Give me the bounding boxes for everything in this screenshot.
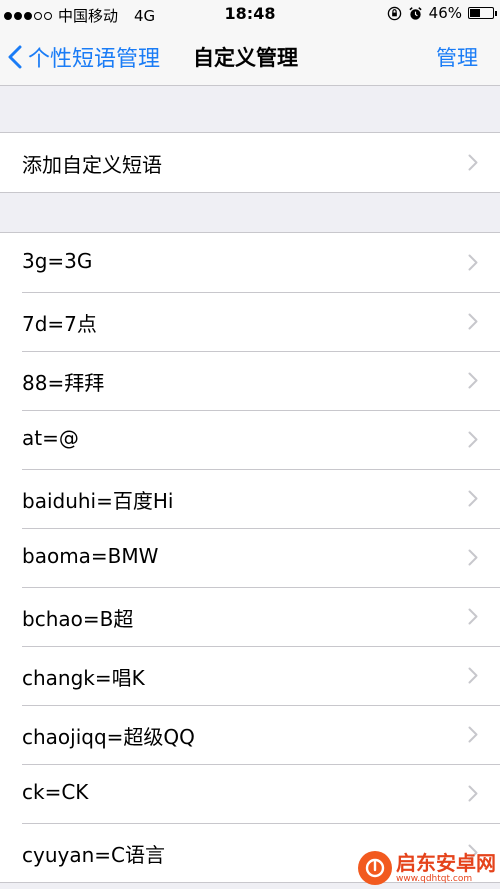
phrase-row[interactable]: baoma=BMW [0, 528, 500, 587]
chevron-right-icon [468, 726, 478, 743]
phrase-label: 88=拜拜 [22, 371, 105, 395]
watermark-url: www.qdhtqt.com [396, 873, 473, 884]
back-button-label: 个性短语管理 [28, 47, 161, 72]
phrase-label: bchao=B超 [22, 607, 134, 631]
battery-icon [468, 7, 497, 19]
phrase-label: chaojiqq=超级QQ [22, 725, 195, 749]
phrase-row[interactable]: 88=拜拜 [0, 351, 500, 410]
phrase-label: ck=CK [22, 780, 89, 804]
phrase-row[interactable]: chaojiqq=超级QQ [0, 705, 500, 764]
phrase-label: 3g=3G [22, 249, 93, 273]
phrase-row[interactable]: changk=唱K [0, 646, 500, 705]
add-custom-phrase-row[interactable]: 添加自定义短语 [0, 133, 500, 192]
phrase-label: baoma=BMW [22, 544, 159, 568]
chevron-right-icon [468, 785, 478, 802]
phrase-label: baiduhi=百度Hi [22, 489, 174, 513]
phrase-label: 7d=7点 [22, 312, 97, 336]
phrase-label: at=@ [22, 426, 79, 450]
status-right: 46% [387, 4, 497, 22]
battery-tip [495, 11, 497, 16]
orientation-lock-icon [387, 6, 401, 20]
phrase-label: changk=唱K [22, 666, 145, 690]
chevron-right-icon [468, 667, 478, 684]
chevron-right-icon [468, 372, 478, 389]
watermark-name: 启东安卓网 [396, 850, 496, 875]
chevron-right-icon [468, 154, 478, 171]
phrase-label: cyuyan=C语言 [22, 843, 165, 867]
chevron-right-icon [468, 490, 478, 507]
watermark-logo-icon [358, 851, 392, 885]
back-button[interactable]: 个性短语管理 [8, 41, 160, 73]
manage-button[interactable]: 管理 [436, 42, 478, 72]
battery-percent: 46% [428, 4, 462, 22]
chevron-right-icon [468, 254, 478, 271]
alarm-icon [409, 6, 422, 20]
phrase-row[interactable]: 7d=7点 [0, 292, 500, 351]
add-custom-phrase-label: 添加自定义短语 [22, 153, 162, 177]
chevron-right-icon [468, 313, 478, 330]
phrase-list: 3g=3G 7d=7点 88=拜拜 at=@ baiduhi=百度Hi baoma=BMW… [0, 232, 500, 883]
chevron-right-icon [468, 608, 478, 625]
phrase-row[interactable]: ck=CK [0, 764, 500, 823]
phrase-row[interactable]: at=@ [0, 410, 500, 469]
watermark: 启东安卓网 www.qdhtqt.com [358, 851, 496, 885]
phrase-row[interactable]: baiduhi=百度Hi [0, 469, 500, 528]
status-bar: 中国移动 4G 18:48 46% [0, 0, 500, 28]
chevron-right-icon [468, 549, 478, 566]
phrase-row[interactable]: 3g=3G [0, 233, 500, 292]
chevron-left-icon [8, 45, 22, 69]
add-phrase-group: 添加自定义短语 [0, 132, 500, 193]
chevron-right-icon [468, 431, 478, 448]
page-title: 自定义管理 [193, 46, 298, 70]
battery-fill [470, 9, 481, 17]
navigation-bar: 个性短语管理 自定义管理 管理 [0, 28, 500, 86]
phrase-row[interactable]: bchao=B超 [0, 587, 500, 646]
